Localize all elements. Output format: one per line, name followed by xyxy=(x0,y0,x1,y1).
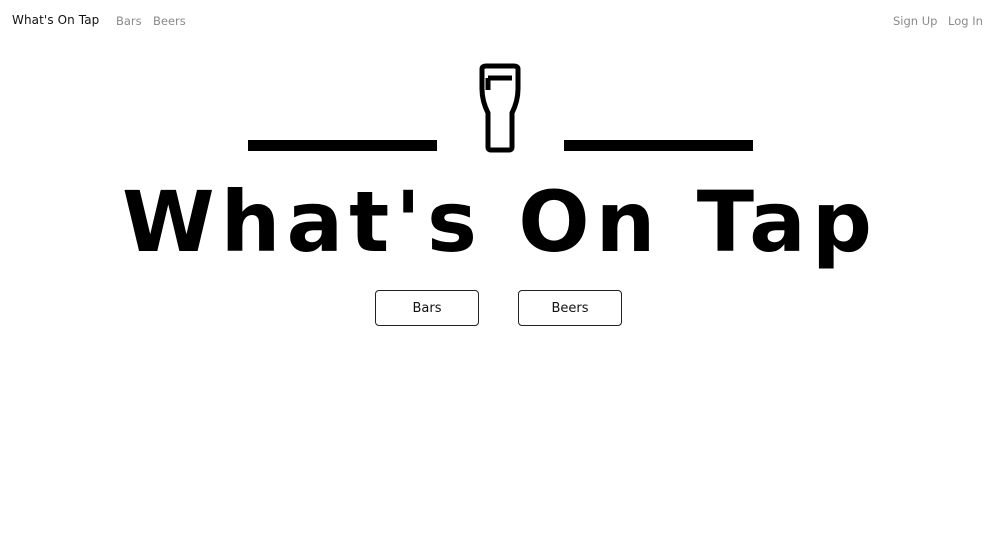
navbar: What's On Tap Bars Beers Sign Up Log In xyxy=(0,0,1000,42)
brand-link[interactable]: What's On Tap xyxy=(12,13,99,27)
nav-link-log-in[interactable]: Log In xyxy=(948,14,983,28)
nav-link-sign-up[interactable]: Sign Up xyxy=(893,14,937,28)
logo-rule-left xyxy=(248,140,437,151)
nav-link-beers[interactable]: Beers xyxy=(153,14,186,28)
bars-button[interactable]: Bars xyxy=(375,290,479,326)
hero-title: What's On Tap xyxy=(122,173,878,271)
pint-glass-icon xyxy=(474,63,526,153)
beers-button[interactable]: Beers xyxy=(518,290,622,326)
page: What's On Tap Bars Beers Sign Up Log In … xyxy=(0,0,1000,555)
logo-rule-right xyxy=(564,140,753,151)
nav-link-bars[interactable]: Bars xyxy=(116,14,142,28)
